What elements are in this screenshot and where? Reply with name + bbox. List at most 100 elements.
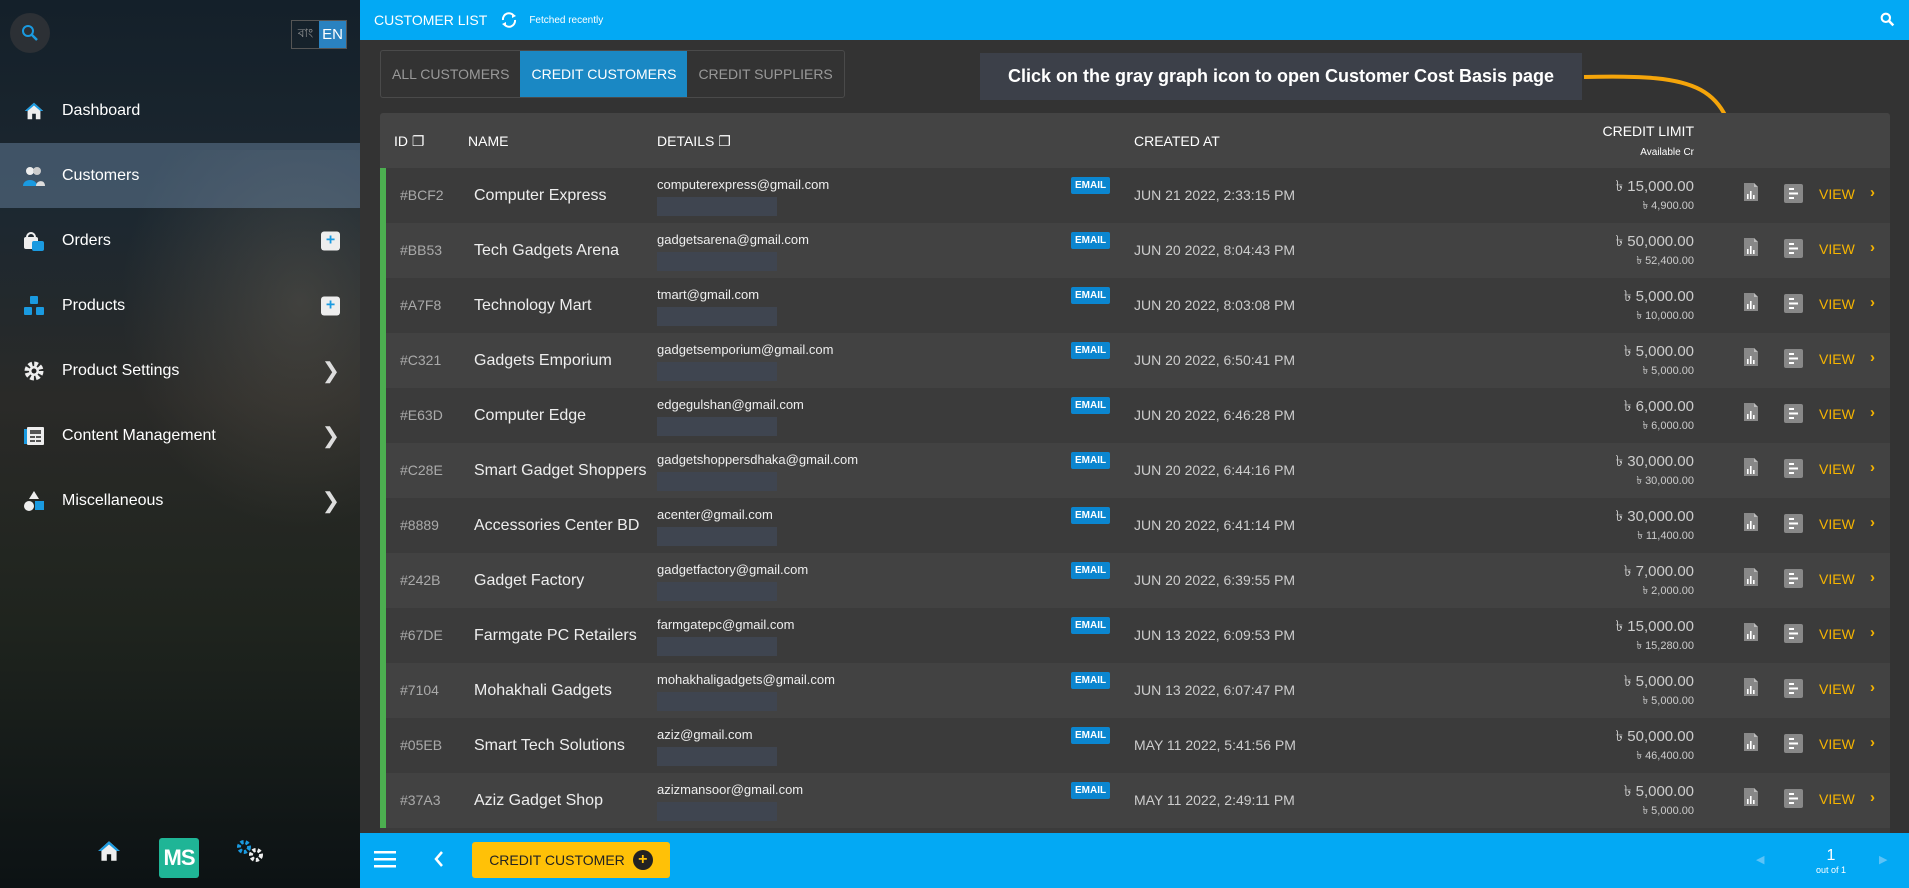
chevron-right-icon[interactable]: ›	[1870, 294, 1875, 311]
email-badge[interactable]: EMAIL	[1071, 727, 1111, 744]
view-button[interactable]: VIEW	[1819, 571, 1855, 587]
ledger-icon[interactable]	[1784, 679, 1803, 702]
cost-basis-graph-icon[interactable]	[1743, 567, 1759, 591]
top-search-button[interactable]	[1880, 12, 1895, 32]
back-button[interactable]	[433, 849, 445, 874]
view-button[interactable]: VIEW	[1819, 296, 1855, 312]
language-toggle[interactable]: বাং EN	[291, 20, 347, 49]
cost-basis-graph-icon[interactable]	[1743, 402, 1759, 426]
app-logo[interactable]: MS	[159, 838, 199, 878]
customer-name: Farmgate PC Retailers	[474, 627, 637, 644]
chevron-right-icon[interactable]: ›	[1870, 679, 1875, 696]
ledger-icon[interactable]	[1784, 184, 1803, 207]
ledger-icon[interactable]	[1784, 569, 1803, 592]
tab-credit-customers[interactable]: CREDIT CUSTOMERS	[520, 51, 688, 97]
cost-basis-graph-icon[interactable]	[1743, 292, 1759, 316]
sidebar-item-orders[interactable]: Orders +	[0, 208, 360, 273]
add-credit-customer-button[interactable]: CREDIT CUSTOMER +	[472, 842, 670, 878]
sidebar-search-button[interactable]	[10, 13, 50, 53]
cost-basis-graph-icon[interactable]	[1743, 512, 1759, 536]
cost-basis-graph-icon[interactable]	[1743, 347, 1759, 371]
chevron-right-icon[interactable]: ›	[1870, 349, 1875, 366]
table-row: #C28E Smart Gadget Shoppers gadgetshoppers…	[380, 443, 1890, 498]
chevron-right-icon[interactable]: ›	[1870, 459, 1875, 476]
ledger-icon[interactable]	[1784, 734, 1803, 757]
ledger-icon[interactable]	[1784, 404, 1803, 427]
view-button[interactable]: VIEW	[1819, 516, 1855, 532]
cost-basis-graph-icon[interactable]	[1743, 182, 1759, 206]
sidebar-item-dashboard[interactable]: Dashboard	[0, 78, 360, 143]
email-badge[interactable]: EMAIL	[1071, 342, 1111, 359]
cost-basis-graph-icon[interactable]	[1743, 787, 1759, 811]
email-badge[interactable]: EMAIL	[1071, 507, 1111, 524]
cost-basis-graph-icon[interactable]	[1743, 622, 1759, 646]
view-button[interactable]: VIEW	[1819, 626, 1855, 642]
ledger-icon[interactable]	[1784, 349, 1803, 372]
cost-basis-graph-icon[interactable]	[1743, 237, 1759, 261]
settings-button[interactable]	[235, 838, 265, 864]
tab-credit-suppliers[interactable]: CREDIT SUPPLIERS	[687, 51, 843, 97]
email-badge[interactable]: EMAIL	[1071, 672, 1111, 689]
menu-button[interactable]	[374, 849, 396, 874]
view-button[interactable]: VIEW	[1819, 736, 1855, 752]
chevron-right-icon[interactable]: ❯	[322, 423, 340, 449]
chevron-right-icon[interactable]: ›	[1870, 184, 1875, 201]
lang-en[interactable]: EN	[319, 21, 346, 48]
chevron-right-icon[interactable]: ›	[1870, 514, 1875, 531]
email-badge[interactable]: EMAIL	[1071, 452, 1111, 469]
ledger-icon[interactable]	[1784, 459, 1803, 482]
lang-bn[interactable]: বাং	[292, 21, 319, 48]
chevron-right-icon[interactable]: ›	[1870, 239, 1875, 256]
chevron-right-icon[interactable]: ❯	[322, 358, 340, 384]
view-button[interactable]: VIEW	[1819, 186, 1855, 202]
chevron-right-icon[interactable]: ›	[1870, 734, 1875, 751]
email-badge[interactable]: EMAIL	[1071, 177, 1111, 194]
sidebar-item-content-management[interactable]: Content Management ❯	[0, 403, 360, 468]
search-icon	[1880, 12, 1895, 27]
view-button[interactable]: VIEW	[1819, 681, 1855, 697]
home-button[interactable]	[96, 838, 122, 864]
cost-basis-graph-icon[interactable]	[1743, 457, 1759, 481]
email-badge[interactable]: EMAIL	[1071, 617, 1111, 634]
cost-basis-graph-icon[interactable]	[1743, 732, 1759, 756]
chevron-right-icon[interactable]: ›	[1870, 624, 1875, 641]
ledger-icon[interactable]	[1784, 239, 1803, 262]
email-badge[interactable]: EMAIL	[1071, 232, 1111, 249]
view-button[interactable]: VIEW	[1819, 351, 1855, 367]
prev-page-button[interactable]: ◀	[1756, 853, 1764, 866]
tab-all-customers[interactable]: ALL CUSTOMERS	[381, 51, 520, 97]
ledger-icon[interactable]	[1784, 789, 1803, 812]
view-button[interactable]: VIEW	[1819, 461, 1855, 477]
chevron-right-icon[interactable]: ›	[1870, 569, 1875, 586]
cost-basis-graph-icon[interactable]	[1743, 677, 1759, 701]
col-details[interactable]: DETAILS ❐	[657, 133, 731, 150]
sidebar-item-products[interactable]: Products +	[0, 273, 360, 338]
ledger-icon[interactable]	[1784, 514, 1803, 537]
copy-icon[interactable]: ❐	[412, 133, 425, 149]
add-products-button[interactable]: +	[321, 296, 340, 315]
refresh-icon[interactable]	[499, 11, 519, 29]
view-button[interactable]: VIEW	[1819, 406, 1855, 422]
chevron-right-icon[interactable]: ›	[1870, 404, 1875, 421]
add-orders-button[interactable]: +	[321, 231, 340, 250]
chevron-right-icon[interactable]: ❯	[322, 488, 340, 514]
sidebar-item-label: Content Management	[62, 426, 216, 444]
next-page-button[interactable]: ▶	[1879, 853, 1887, 866]
available-credit: ৳ 10,000.00	[1636, 310, 1694, 322]
sidebar-item-miscellaneous[interactable]: Miscellaneous ❯	[0, 468, 360, 533]
view-button[interactable]: VIEW	[1819, 791, 1855, 807]
email-badge[interactable]: EMAIL	[1071, 397, 1111, 414]
ledger-icon[interactable]	[1784, 624, 1803, 647]
available-credit: ৳ 5,000.00	[1642, 695, 1694, 707]
chevron-right-icon[interactable]: ›	[1870, 789, 1875, 806]
email-badge[interactable]: EMAIL	[1071, 782, 1111, 799]
email-badge[interactable]: EMAIL	[1071, 287, 1111, 304]
col-id[interactable]: ID ❐	[394, 133, 424, 150]
sidebar-item-label: Dashboard	[62, 101, 141, 119]
sidebar-item-customers[interactable]: Customers	[0, 143, 360, 208]
ledger-icon[interactable]	[1784, 294, 1803, 317]
copy-icon[interactable]: ❐	[718, 133, 731, 149]
email-badge[interactable]: EMAIL	[1071, 562, 1111, 579]
view-button[interactable]: VIEW	[1819, 241, 1855, 257]
sidebar-item-product-settings[interactable]: Product Settings ❯	[0, 338, 360, 403]
